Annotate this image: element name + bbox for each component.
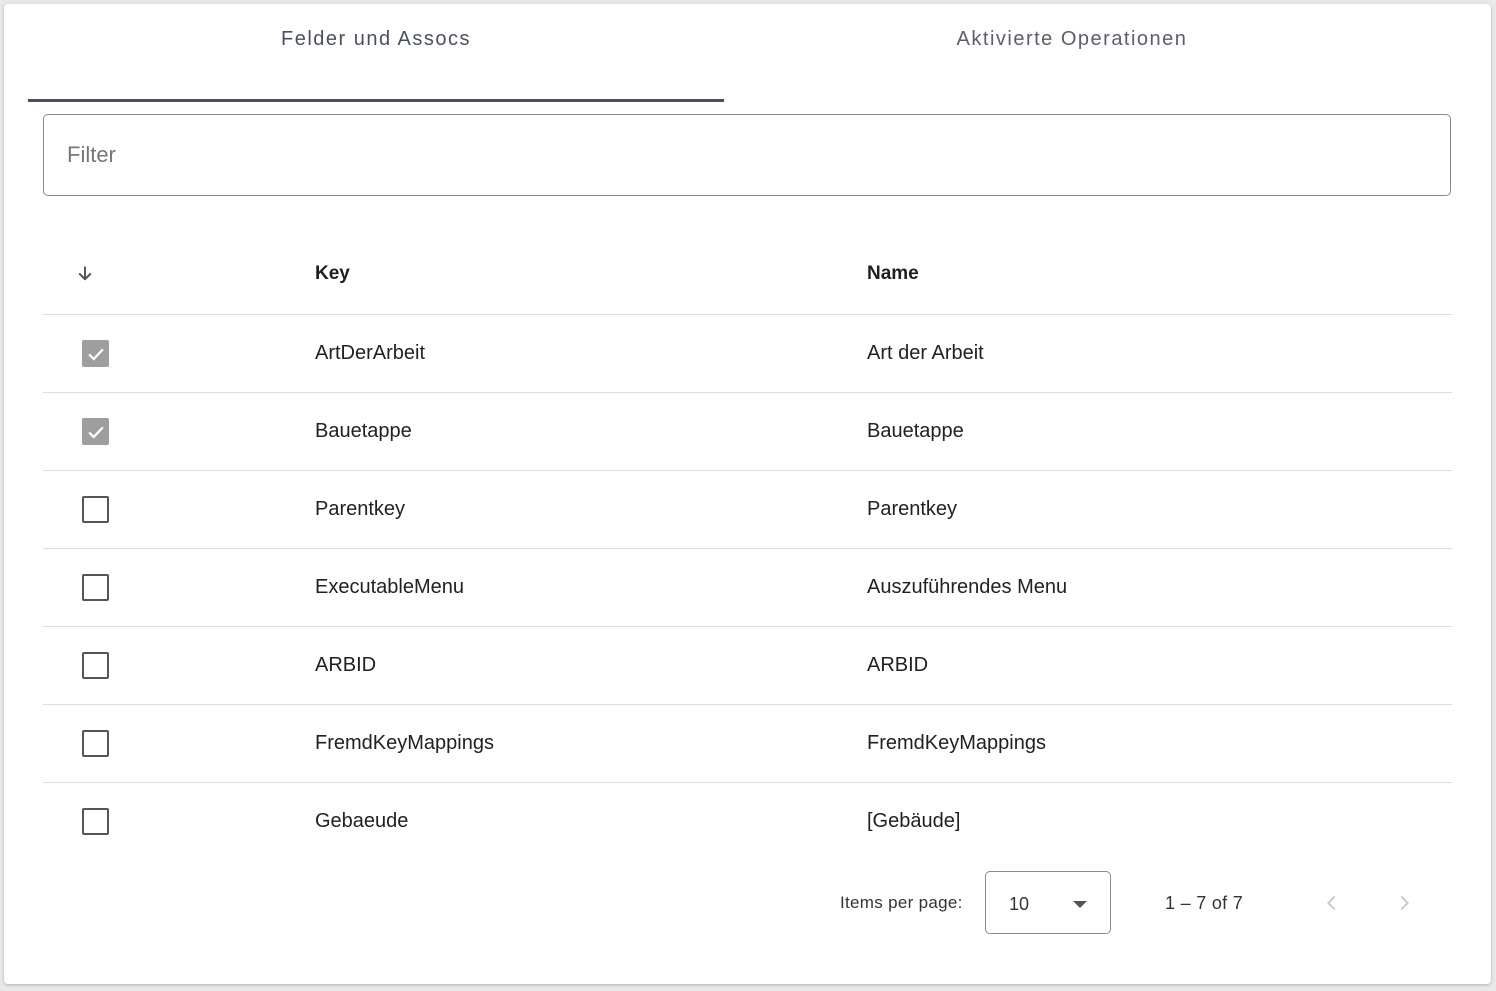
tab-active-indicator bbox=[28, 99, 724, 102]
items-per-page-select[interactable]: 10 bbox=[985, 871, 1111, 934]
filter-input[interactable] bbox=[44, 115, 1450, 195]
row-select-cell bbox=[82, 783, 109, 860]
tab-label: Aktivierte Operationen bbox=[956, 27, 1188, 50]
items-per-page-value: 10 bbox=[1009, 894, 1030, 914]
dropdown-caret-icon bbox=[1073, 901, 1087, 908]
row-checkbox[interactable] bbox=[82, 496, 109, 523]
name-cell: ARBID bbox=[867, 654, 929, 676]
name-column-header[interactable]: Name bbox=[867, 234, 919, 314]
chevron-left-icon bbox=[1327, 895, 1336, 911]
name-cell: Bauetappe bbox=[867, 420, 964, 442]
table-row[interactable]: ARBID ARBID bbox=[43, 627, 1452, 705]
arrow-down-icon[interactable] bbox=[76, 265, 94, 283]
row-select-cell bbox=[82, 393, 109, 470]
key-cell: FremdKeyMappings bbox=[315, 732, 494, 754]
check-icon bbox=[87, 348, 104, 361]
row-checkbox[interactable] bbox=[82, 730, 109, 757]
next-page-button[interactable] bbox=[1386, 885, 1422, 921]
row-select-cell bbox=[82, 549, 109, 626]
table-row[interactable]: FremdKeyMappings FremdKeyMappings bbox=[43, 705, 1452, 783]
tab-aktivierte-operationen[interactable]: Aktivierte Operationen bbox=[724, 4, 1420, 102]
row-checkbox[interactable] bbox=[82, 340, 109, 367]
key-cell: ExecutableMenu bbox=[315, 576, 464, 598]
key-cell: Parentkey bbox=[315, 498, 406, 520]
key-cell: Gebaeude bbox=[315, 810, 409, 832]
select-column-header[interactable] bbox=[78, 234, 94, 314]
table-body: ArtDerArbeit Art der Arbeit Bauetappe Bauet… bbox=[43, 315, 1452, 860]
page-range-label: 1 – 7 of 7 bbox=[1165, 893, 1244, 913]
chevron-right-icon bbox=[1400, 895, 1409, 911]
key-cell: ARBID bbox=[315, 654, 377, 676]
items-per-page-label: Items per page: bbox=[840, 893, 963, 912]
row-checkbox[interactable] bbox=[82, 418, 109, 445]
fields-table: Key Name ArtDerArbeit Art der Arbeit Bauet… bbox=[43, 234, 1452, 860]
name-cell: FremdKeyMappings bbox=[867, 732, 1046, 754]
table-header-row: Key Name bbox=[43, 234, 1452, 315]
row-checkbox[interactable] bbox=[82, 652, 109, 679]
tab-label: Felder und Assocs bbox=[280, 27, 472, 50]
table-row[interactable]: Gebaeude [Gebäude] bbox=[43, 783, 1452, 860]
name-cell: Art der Arbeit bbox=[867, 342, 984, 364]
table-row[interactable]: ArtDerArbeit Art der Arbeit bbox=[43, 315, 1452, 393]
row-select-cell bbox=[82, 627, 109, 704]
name-cell: Parentkey bbox=[867, 498, 958, 520]
row-select-cell bbox=[82, 705, 109, 782]
name-cell: [Gebäude] bbox=[867, 810, 961, 832]
row-select-cell bbox=[82, 471, 109, 548]
filter-field bbox=[43, 114, 1451, 196]
row-checkbox[interactable] bbox=[82, 574, 109, 601]
key-cell: Bauetappe bbox=[315, 420, 412, 442]
previous-page-button[interactable] bbox=[1314, 885, 1350, 921]
row-select-cell bbox=[82, 315, 109, 392]
check-icon bbox=[87, 426, 104, 439]
row-checkbox[interactable] bbox=[82, 808, 109, 835]
main-card: Felder und Assocs Aktivierte Operationen… bbox=[4, 4, 1491, 984]
tab-bar: Felder und Assocs Aktivierte Operationen bbox=[28, 4, 1420, 102]
tab-felder-und-assocs[interactable]: Felder und Assocs bbox=[28, 4, 724, 102]
key-column-header[interactable]: Key bbox=[315, 234, 350, 314]
table-row[interactable]: Parentkey Parentkey bbox=[43, 471, 1452, 549]
paginator: Items per page: 10 1 – 7 of 7 bbox=[4, 871, 1491, 935]
name-cell: Auszuführendes Menu bbox=[867, 576, 1068, 598]
table-row[interactable]: Bauetappe Bauetappe bbox=[43, 393, 1452, 471]
key-cell: ArtDerArbeit bbox=[315, 342, 426, 364]
table-row[interactable]: ExecutableMenu Auszuführendes Menu bbox=[43, 549, 1452, 627]
